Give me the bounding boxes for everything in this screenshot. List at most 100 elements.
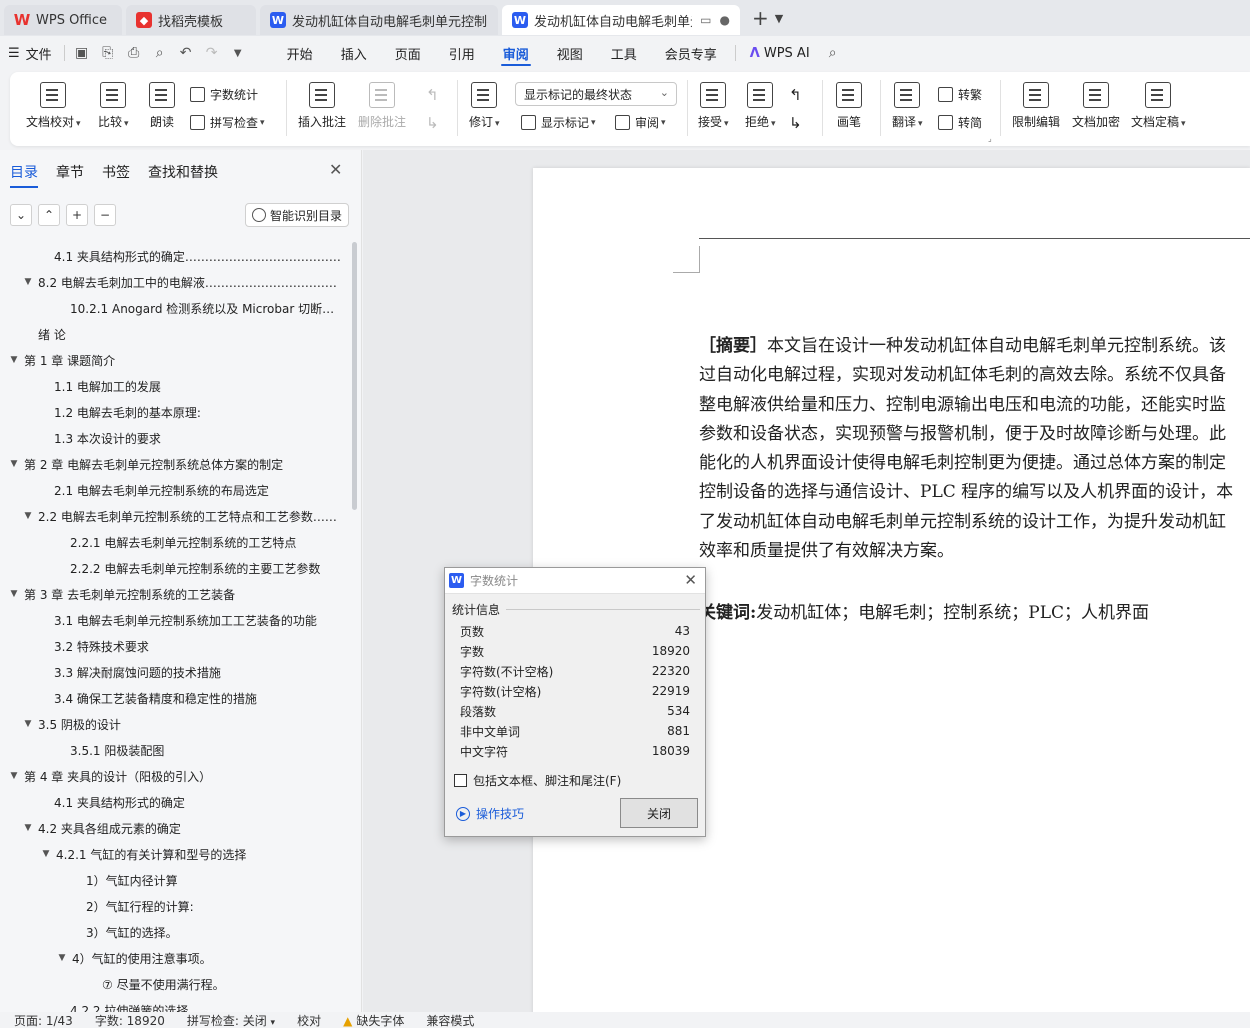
remove-heading-button[interactable]: −: [94, 204, 116, 226]
toc-item[interactable]: ▼ 第 2 章 电解去毛刺单元控制系统总体方案的制定: [0, 451, 345, 477]
toc-expand-icon[interactable]: ▼: [56, 953, 68, 963]
tab-doc-1[interactable]: W 发动机缸体自动电解毛刺单元控制系统: [260, 5, 498, 35]
track-changes-button[interactable]: 修订 ▾: [469, 82, 500, 130]
unsaved-dot-icon[interactable]: ●: [720, 13, 730, 27]
smart-toc-button[interactable]: 智能识别目录: [245, 203, 350, 227]
toc-item[interactable]: ▼ 第 3 章 去毛刺单元控制系统的工艺装备: [0, 581, 345, 607]
toc-expand-icon[interactable]: ▼: [8, 459, 20, 469]
finalize-button[interactable]: 文档定稿 ▾: [1131, 82, 1186, 130]
tab-doc-2[interactable]: W 发动机缸体自动电解毛刺单元控 ▭ ●: [502, 5, 740, 35]
toc-expand-icon[interactable]: ▼: [22, 719, 34, 729]
toc-item[interactable]: ▼ 2.2 电解去毛刺单元控制系统的工艺特点和工艺参数……: [0, 503, 345, 529]
spell-check-button[interactable]: 拼写检查 ▾: [190, 114, 265, 131]
keywords-paragraph[interactable]: 关键词:发动机缸体；电解毛刺；控制系统；PLC；人机界面: [699, 598, 1149, 623]
tab-page[interactable]: 页面: [381, 36, 435, 70]
tab-review[interactable]: 审阅: [489, 36, 543, 70]
toc-expand-icon[interactable]: ▼: [22, 511, 34, 521]
prev-change-icon[interactable]: ↰: [789, 86, 802, 104]
next-comment-icon[interactable]: ↳: [426, 114, 439, 132]
toc-item[interactable]: 2.1 电解去毛刺单元控制系统的布局选定: [0, 477, 345, 503]
close-button[interactable]: 关闭: [620, 798, 698, 828]
page-indicator[interactable]: 页面: 1/43: [14, 1012, 73, 1028]
reject-button[interactable]: 拒绝 ▾: [745, 82, 776, 130]
toc-scrollbar[interactable]: [352, 242, 357, 510]
chevron-down-icon[interactable]: ▼: [225, 48, 251, 59]
tab-member[interactable]: 会员专享: [651, 36, 731, 70]
missing-font-indicator[interactable]: ▲ 缺失字体: [343, 1012, 404, 1028]
toc-item[interactable]: 3.3 解决耐腐蚀问题的技术措施: [0, 659, 345, 685]
toc-item[interactable]: 3.4 确保工艺装备精度和稳定性的措施: [0, 685, 345, 711]
prev-comment-icon[interactable]: ↰: [426, 86, 439, 104]
toc-item[interactable]: ▼ 3.5 阴极的设计: [0, 711, 345, 737]
nav-tab-sections[interactable]: 章节: [56, 162, 84, 188]
toc-item[interactable]: ▼ 4.2 夹具各组成元素的确定: [0, 815, 345, 841]
nav-tab-toc[interactable]: 目录: [10, 162, 38, 188]
abstract-paragraph[interactable]: ［摘要］本文旨在设计一种发动机缸体自动电解毛刺单元控制系统。该 过自动化电解过程，…: [699, 332, 1250, 566]
expand-down-button[interactable]: ⌄: [10, 204, 32, 226]
word-count-button[interactable]: 字数统计: [190, 86, 258, 103]
translate-button[interactable]: 翻译 ▾: [892, 82, 923, 130]
close-icon[interactable]: ✕: [684, 571, 697, 589]
nav-tab-find-replace[interactable]: 查找和替换: [148, 162, 218, 188]
spell-check-indicator[interactable]: 拼写检查: 关闭 ▾: [187, 1012, 275, 1028]
toc-item[interactable]: 1.1 电解加工的发展: [0, 373, 345, 399]
export-icon[interactable]: ⎘: [95, 45, 121, 61]
accept-button[interactable]: 接受 ▾: [698, 82, 729, 130]
close-icon[interactable]: ✕: [329, 160, 342, 179]
undo-icon[interactable]: ↶: [173, 45, 199, 61]
toc-item[interactable]: 3）气缸的选择。: [0, 919, 345, 945]
to-simplified-button[interactable]: 转简: [938, 114, 982, 131]
toc-expand-icon[interactable]: ▼: [8, 771, 20, 781]
add-heading-button[interactable]: +: [66, 204, 88, 226]
toc-item[interactable]: 4.2.2 拉伸弹簧的选择: [0, 997, 345, 1013]
toc-item[interactable]: 2.2.1 电解去毛刺单元控制系统的工艺特点: [0, 529, 345, 555]
chevron-down-icon[interactable]: ▼: [775, 12, 783, 25]
tab-view[interactable]: 视图: [543, 36, 597, 70]
print-icon[interactable]: ⎙: [121, 45, 147, 61]
markup-state-select[interactable]: 显示标记的最终状态 ⌄: [515, 82, 677, 106]
tab-home[interactable]: 开始: [273, 36, 327, 70]
toc-item[interactable]: 2）气缸行程的计算:: [0, 893, 345, 919]
encrypt-button[interactable]: 文档加密: [1072, 82, 1120, 130]
expand-corner-icon[interactable]: ⌟: [988, 134, 992, 143]
tab-wps-office[interactable]: W WPS Office: [4, 5, 122, 35]
toc-item[interactable]: 3.1 电解去毛刺单元控制系统加工工艺装备的功能: [0, 607, 345, 633]
toc-expand-icon[interactable]: ▼: [22, 823, 34, 833]
review-pane-button[interactable]: 审阅 ▾: [615, 114, 666, 131]
add-tab-icon[interactable]: +: [752, 6, 769, 30]
ink-button[interactable]: 画笔: [836, 82, 862, 130]
redo-icon[interactable]: ↷: [199, 45, 225, 61]
toc-item[interactable]: 4.1 夹具结构形式的确定: [0, 789, 345, 815]
tab-insert[interactable]: 插入: [327, 36, 381, 70]
insert-comment-button[interactable]: 插入批注: [298, 82, 346, 130]
search-icon[interactable]: ⌕: [820, 45, 846, 61]
toc-item[interactable]: 1.3 本次设计的要求: [0, 425, 345, 451]
toc-item[interactable]: 4.1 夹具结构形式的确定……………………………………………………: [0, 243, 345, 269]
toc-expand-icon[interactable]: ▼: [8, 355, 20, 365]
tips-link[interactable]: ▶ 操作技巧: [456, 805, 524, 822]
toc-item[interactable]: 绪 论: [0, 321, 345, 347]
print-preview-icon[interactable]: ⌕: [147, 45, 173, 61]
collapse-up-button[interactable]: ⌃: [38, 204, 60, 226]
save-icon[interactable]: ▣: [69, 45, 95, 61]
toc-item[interactable]: 1）气缸内径计算: [0, 867, 345, 893]
proof-indicator[interactable]: 校对: [297, 1012, 321, 1028]
toc-item[interactable]: 1.2 电解去毛刺的基本原理:: [0, 399, 345, 425]
tab-tools[interactable]: 工具: [597, 36, 651, 70]
checkbox[interactable]: [454, 774, 467, 787]
nav-tab-bookmarks[interactable]: 书签: [102, 162, 130, 188]
toc-item[interactable]: ▼ 8.2 电解去毛刺加工中的电解液…………………………………………: [0, 269, 345, 295]
monitor-icon[interactable]: ▭: [700, 13, 711, 27]
toc-item[interactable]: ▼ 第 4 章 夹具的设计（阳极的引入）: [0, 763, 345, 789]
doc-check-button[interactable]: 文档校对 ▾: [26, 82, 81, 130]
toc-item[interactable]: ⑦ 尽量不使用满行程。: [0, 971, 345, 997]
toc-item[interactable]: ▼ 第 1 章 课题简介: [0, 347, 345, 373]
next-change-icon[interactable]: ↳: [789, 114, 802, 132]
restrict-edit-button[interactable]: 限制编辑: [1012, 82, 1060, 130]
delete-comment-button[interactable]: 删除批注: [358, 82, 406, 130]
toc-item[interactable]: ▼ 4）气缸的使用注意事项。: [0, 945, 345, 971]
toc-expand-icon[interactable]: ▼: [40, 849, 52, 859]
toc-item[interactable]: 2.2.2 电解去毛刺单元控制系统的主要工艺参数: [0, 555, 345, 581]
word-count-indicator[interactable]: 字数: 18920: [95, 1012, 165, 1028]
toc-expand-icon[interactable]: ▼: [8, 589, 20, 599]
